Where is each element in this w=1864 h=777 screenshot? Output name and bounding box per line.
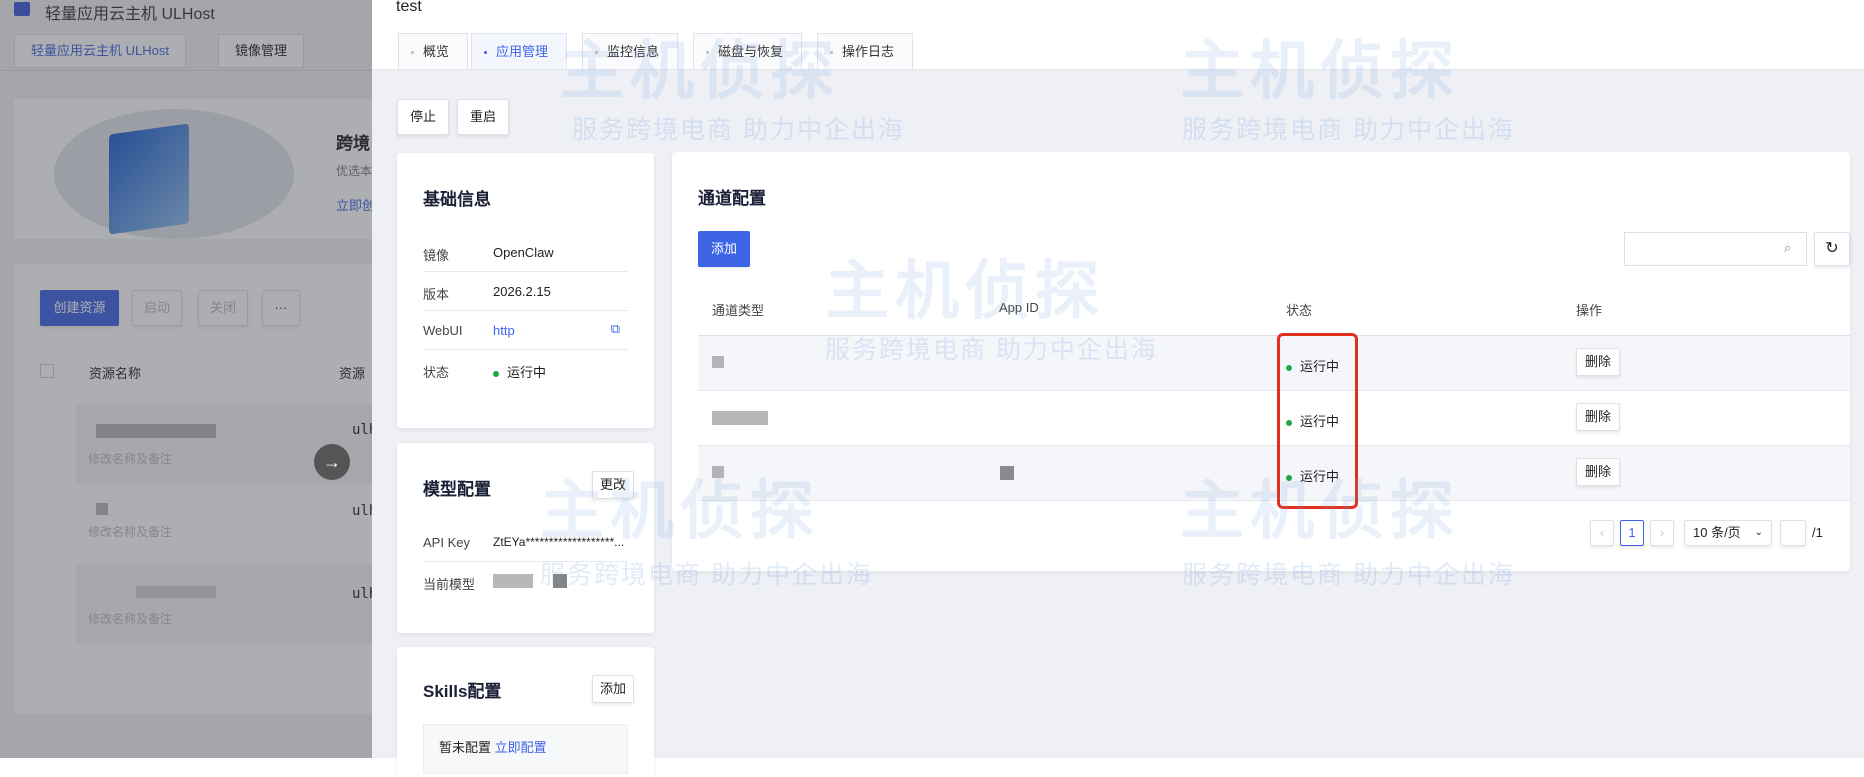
channel-config-title: 通道配置: [698, 189, 766, 208]
channel-search-input[interactable]: [1624, 232, 1807, 266]
skills-config-title: Skills配置: [423, 682, 502, 701]
delete-button[interactable]: 删除: [1576, 458, 1620, 486]
channel-config-card: 通道配置 添加 ⌕ ↻ 通道类型 App ID 状态 操作 运行中 删除 运行中…: [672, 152, 1850, 571]
add-skill-button[interactable]: 添加: [592, 675, 634, 703]
modal-overlay[interactable]: [0, 0, 372, 758]
copy-icon[interactable]: ⧉: [611, 321, 620, 337]
chevron-down-icon: ⌄: [1754, 527, 1763, 538]
table-row: 运行中 删除: [698, 336, 1850, 391]
version-value: 2026.2.15: [493, 284, 551, 299]
refresh-button[interactable]: ↻: [1814, 232, 1850, 266]
edit-model-button[interactable]: 更改: [592, 471, 634, 499]
page-1-button[interactable]: 1: [1620, 520, 1644, 546]
instance-status: 运行中: [493, 362, 546, 381]
next-page-button[interactable]: ›: [1650, 520, 1674, 546]
basic-info-title: 基础信息: [423, 190, 491, 209]
tab-disk-recovery[interactable]: 磁盘与恢复: [693, 33, 803, 69]
prev-page-button[interactable]: ‹: [1590, 520, 1614, 546]
drawer-header: test 概览 应用管理 监控信息 磁盘与恢复 操作日志: [372, 0, 1864, 70]
basic-info-card: 基础信息 镜像 OpenClaw 版本 2026.2.15 WebUI http ⧉ 状…: [397, 153, 654, 428]
arrow-right-icon[interactable]: →: [314, 444, 350, 480]
table-row: 运行中 删除: [698, 446, 1850, 501]
drawer-title: test: [396, 0, 422, 15]
refresh-icon: ↻: [1825, 240, 1839, 257]
status-dot-icon: [493, 370, 499, 377]
skills-empty-state: 暂未配置 立即配置: [423, 724, 628, 774]
model-config-title: 模型配置: [423, 480, 491, 499]
image-value: OpenClaw: [493, 245, 554, 260]
webui-link[interactable]: http: [493, 323, 515, 338]
tab-monitoring[interactable]: 监控信息: [582, 33, 679, 69]
status-highlight-box: [1277, 333, 1358, 509]
background-page: 轻量应用云主机 ULHost 轻量应用云主机 ULHost 镜像管理 跨境 优选…: [0, 0, 372, 758]
tab-app-management[interactable]: 应用管理: [471, 33, 568, 69]
model-value-redacted: [493, 574, 533, 588]
stop-button[interactable]: 停止: [397, 99, 449, 135]
configure-now-link[interactable]: 立即配置: [495, 740, 547, 755]
instance-drawer: test 概览 应用管理 监控信息 磁盘与恢复 操作日志 停止 重启 基础信息 …: [372, 0, 1864, 777]
restart-button[interactable]: 重启: [457, 99, 509, 135]
delete-button[interactable]: 删除: [1576, 403, 1620, 431]
add-channel-button[interactable]: 添加: [698, 231, 750, 267]
api-key-value: ZtEYa*******************...: [493, 535, 625, 549]
table-row: 运行中 删除: [698, 391, 1850, 446]
search-icon[interactable]: ⌕: [1784, 240, 1791, 256]
tab-overview[interactable]: 概览: [398, 33, 469, 69]
tab-operation-log[interactable]: 操作日志: [817, 33, 914, 69]
page-size-select[interactable]: 10 条/页 ⌄: [1684, 520, 1772, 546]
page-jump-input[interactable]: [1780, 520, 1806, 546]
model-config-card: 模型配置 更改 API Key ZtEYa*******************.…: [397, 443, 654, 633]
delete-button[interactable]: 删除: [1576, 348, 1620, 376]
